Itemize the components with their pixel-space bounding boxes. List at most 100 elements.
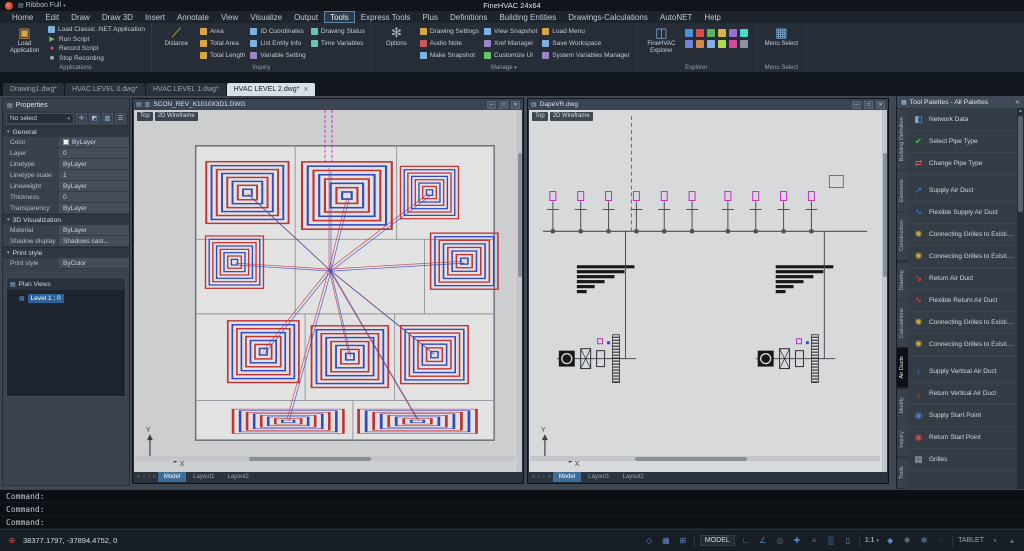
palette-item-supply-air-duct[interactable]: ↗ Supply Air Duct: [908, 180, 1017, 202]
palette-item-connecting-grilles-2[interactable]: ✺ Connecting Grilles to Existing Duct: [908, 246, 1017, 268]
side-tab-building-definition[interactable]: Building Definition: [897, 109, 908, 170]
menu-autonet[interactable]: AutoNET: [654, 11, 698, 23]
isolate-objects-icon[interactable]: ◌: [935, 536, 947, 545]
explorer-tool-icon[interactable]: [740, 40, 748, 48]
grid-display-icon[interactable]: ▦: [660, 536, 672, 545]
property-row-shadow-display[interactable]: Shadow display Shadows cast...: [3, 236, 129, 247]
explorer-tool-icon[interactable]: [718, 40, 726, 48]
id-coordinates-button[interactable]: ID Coordinates: [250, 26, 305, 36]
transparency-icon[interactable]: ▒: [825, 536, 837, 545]
first-tab-icon[interactable]: «: [531, 474, 536, 480]
close-icon[interactable]: ✕: [1015, 99, 1020, 106]
tab-model[interactable]: Model: [553, 472, 581, 482]
list-entity-info-button[interactable]: List Entity Info: [250, 38, 305, 48]
next-tab-icon[interactable]: ›: [542, 474, 546, 480]
palette-item-flexible-return-air-duct[interactable]: ∿ Flexible Return Air Duct: [908, 290, 1017, 312]
palette-item-return-vertical-air-duct[interactable]: ↓ Return Vertical Air Duct: [908, 383, 1017, 405]
customize-ui-button[interactable]: Customize UI: [484, 50, 537, 60]
side-tab-calculations[interactable]: Calculations: [897, 300, 908, 347]
options-button[interactable]: ✻ Options: [378, 25, 415, 63]
floor-plan-canvas[interactable]: Top 2D Wireframe: [134, 110, 522, 472]
finehvac-explorer-button[interactable]: ◫ FineHVAC Explorer: [643, 25, 680, 63]
object-snap-icon[interactable]: ◎: [774, 536, 786, 545]
total-area-button[interactable]: Total Area: [200, 38, 245, 48]
palette-item-network-data[interactable]: ◧ Network Data: [908, 109, 1017, 131]
tab-layout1[interactable]: Layout1: [582, 472, 615, 482]
annotation-visibility-icon[interactable]: ◆: [884, 536, 896, 545]
menu-definitions[interactable]: Definitions: [444, 11, 493, 23]
section-general[interactable]: ▾ General: [3, 126, 129, 137]
explorer-tool-icon[interactable]: [718, 29, 726, 37]
explorer-tool-icon[interactable]: [707, 40, 715, 48]
side-tab-elements[interactable]: Elements: [897, 171, 908, 211]
palette-item-return-start-point[interactable]: ◉ Return Start Point: [908, 427, 1017, 449]
ribbon-group-label-menu-select[interactable]: Menu Select: [757, 64, 806, 72]
load-classic-net-application-button[interactable]: Load Classic .NET Application: [48, 25, 145, 35]
menu-view[interactable]: View: [215, 11, 244, 23]
tab-layout2[interactable]: Layout2: [222, 472, 255, 482]
drawing-settings-button[interactable]: Drawing Settings: [420, 26, 479, 36]
section-print-style[interactable]: ▾ Print style: [3, 247, 129, 258]
horizontal-scrollbar[interactable]: [135, 456, 515, 461]
duct-schematic-canvas[interactable]: Top 2D Wireframe: [529, 110, 887, 472]
menu-tools[interactable]: Tools: [324, 11, 355, 23]
explorer-tool-icon[interactable]: [740, 29, 748, 37]
load-application-button[interactable]: ▣ Load Application: [6, 25, 43, 63]
palette-item-return-air-duct[interactable]: ↘ Return Air Duct: [908, 268, 1017, 290]
menu-draw[interactable]: Draw: [65, 11, 96, 23]
palette-item-supply-vertical-air-duct[interactable]: ↑ Supply Vertical Air Duct: [908, 361, 1017, 383]
variable-setting-button[interactable]: Variable Setting: [250, 50, 305, 60]
tool-palettes-title-bar[interactable]: ▦ Tool Palettes - All Palettes ✕: [897, 96, 1024, 108]
last-tab-icon[interactable]: »: [547, 474, 552, 480]
menu-help[interactable]: Help: [698, 11, 726, 23]
vertical-scrollbar[interactable]: [882, 110, 887, 472]
menu-insert[interactable]: Insert: [139, 11, 171, 23]
duct-schematic-drawing[interactable]: Y X: [529, 110, 887, 472]
tab-model[interactable]: Model: [158, 472, 186, 482]
side-tab-tools[interactable]: Tools: [897, 458, 908, 488]
view-snapshot-button[interactable]: View Snapshot: [484, 26, 537, 36]
dynamic-input-icon[interactable]: ▯: [842, 536, 854, 545]
property-row-print-style[interactable]: Print style ByColor: [3, 258, 129, 269]
menu-output[interactable]: Output: [288, 11, 324, 23]
visual-style-control[interactable]: 2D Wireframe: [550, 112, 593, 121]
viewport-menu-icon[interactable]: ▤: [136, 101, 142, 108]
side-tab-modify[interactable]: Modify: [897, 389, 908, 422]
menu-building-entities[interactable]: Building Entities: [493, 11, 562, 23]
viewport-layers-icon[interactable]: ▥: [145, 101, 151, 108]
load-menu-button[interactable]: Load Menu: [542, 26, 630, 36]
property-row-lineweight[interactable]: Lineweight ByLayer: [3, 181, 129, 192]
stop-recording-button[interactable]: ■ Stop Recording: [48, 54, 145, 64]
area-button[interactable]: Area: [200, 26, 245, 36]
minimize-icon[interactable]: ─: [852, 101, 861, 109]
property-row-material[interactable]: Material ByLayer: [3, 225, 129, 236]
explorer-tool-icon[interactable]: [685, 40, 693, 48]
tab-layout2[interactable]: Layout2: [617, 472, 650, 482]
visual-style-control[interactable]: 2D Wireframe: [155, 112, 198, 121]
tab-layout1[interactable]: Layout1: [187, 472, 220, 482]
command-prompt[interactable]: Command:: [0, 516, 1024, 529]
view-control[interactable]: Top: [532, 112, 548, 121]
selection-dropdown[interactable]: No select ▾: [6, 113, 74, 124]
ribbon-group-label-inquiry[interactable]: Inquiry: [152, 64, 371, 72]
annotation-scale-control[interactable]: 1:1 ▾: [865, 537, 879, 544]
save-workspace-button[interactable]: Save Workspace: [542, 38, 630, 48]
property-row-layer[interactable]: Layer 0: [3, 148, 129, 159]
viewport2-title-bar[interactable]: ▤ DapeVR.dwg ─ □ ✕: [528, 99, 888, 110]
record-script-button[interactable]: ● Record Script: [48, 44, 145, 54]
viewport-menu-icon[interactable]: ▤: [531, 101, 537, 108]
tab-close-icon[interactable]: ✕: [303, 86, 308, 93]
explorer-tool-icon[interactable]: [696, 40, 704, 48]
properties-settings-icon[interactable]: ☰: [115, 113, 126, 124]
graphics-performance-icon[interactable]: ▪: [989, 536, 1001, 545]
side-tab-inquiry[interactable]: Inquiry: [897, 423, 908, 457]
vertical-scrollbar[interactable]: [517, 110, 522, 472]
first-tab-icon[interactable]: «: [136, 474, 141, 480]
ribbon-group-label-explorer[interactable]: Explorer: [637, 64, 756, 72]
tablet-mode-toggle[interactable]: TABLET: [958, 537, 984, 544]
property-row-color[interactable]: Color ByLayer: [3, 137, 129, 148]
last-tab-icon[interactable]: »: [152, 474, 157, 480]
scroll-up-icon[interactable]: ▲: [1017, 108, 1024, 115]
section-3d-visualization[interactable]: ▾ 3D Visualization: [3, 214, 129, 225]
maximize-icon[interactable]: □: [499, 101, 508, 109]
